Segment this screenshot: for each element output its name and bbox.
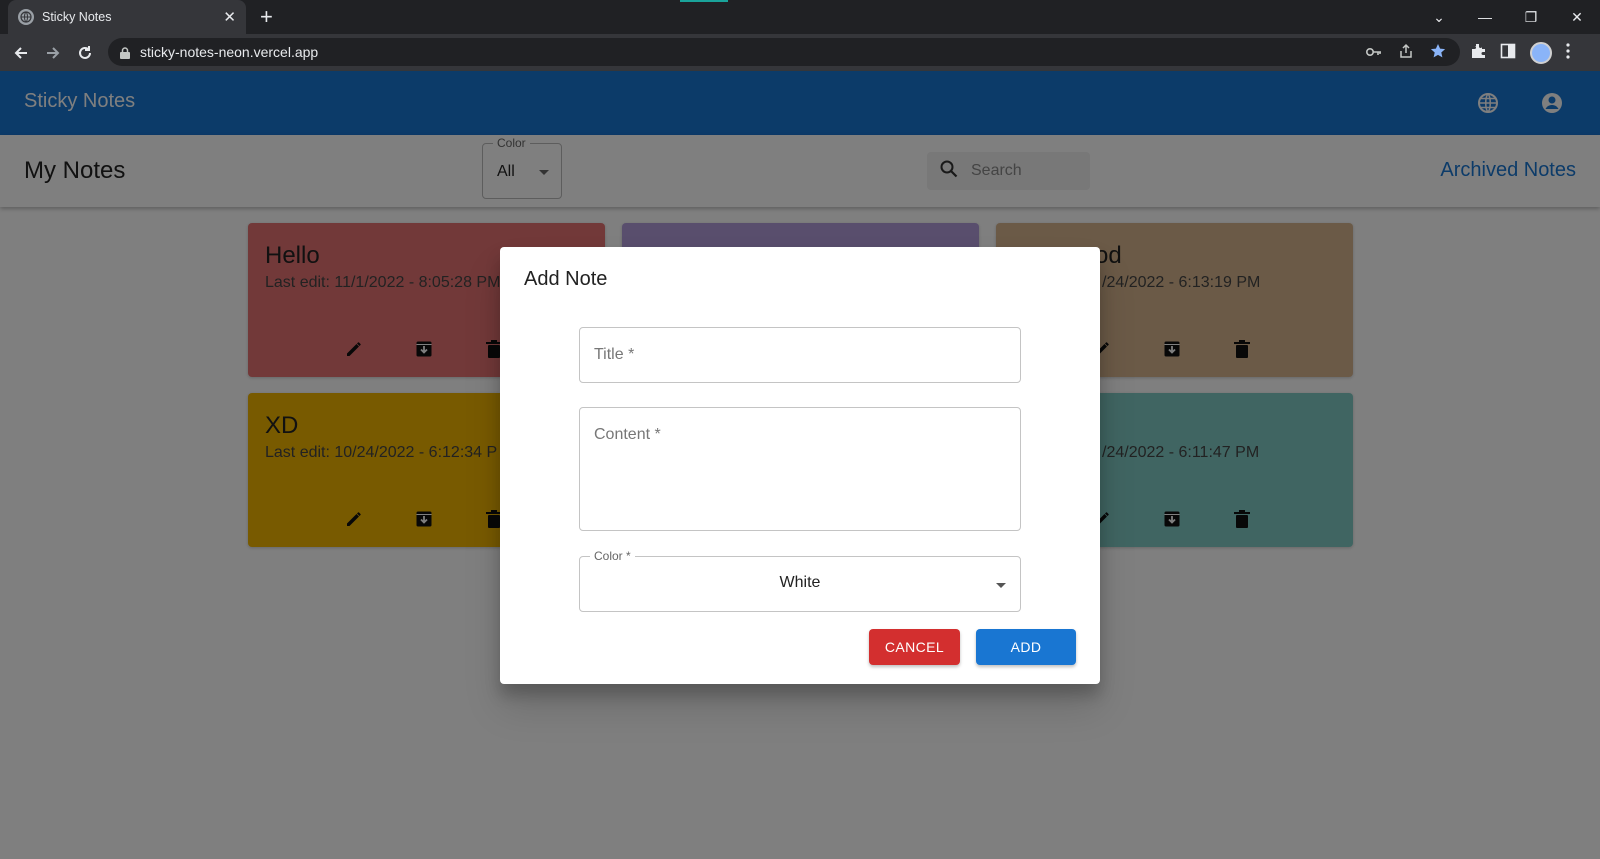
window-close-button[interactable]: ✕	[1554, 0, 1600, 34]
tab-title: Sticky Notes	[42, 10, 112, 24]
restore-button[interactable]: ❐	[1508, 0, 1554, 34]
back-arrow-icon[interactable]	[8, 40, 34, 66]
share-icon[interactable]	[1398, 43, 1414, 62]
new-tab-button[interactable]: +	[260, 5, 273, 29]
browser-tab[interactable]: Sticky Notes ✕	[8, 0, 246, 34]
content-placeholder: Content *	[594, 426, 661, 443]
lock-icon	[120, 46, 130, 59]
browser-tab-bar: Sticky Notes ✕ + ⌄ — ❐ ✕	[0, 0, 1600, 34]
key-icon[interactable]	[1365, 45, 1382, 60]
menu-icon[interactable]	[1566, 42, 1570, 64]
cancel-button[interactable]: CANCEL	[869, 629, 960, 665]
add-button[interactable]: ADD	[976, 629, 1076, 665]
sidepanel-icon[interactable]	[1500, 43, 1516, 64]
color-select-label: Color *	[590, 549, 635, 563]
title-placeholder: Title *	[594, 346, 635, 363]
globe-favicon-icon	[18, 9, 34, 25]
extensions-icon[interactable]	[1470, 43, 1486, 64]
address-bar[interactable]: sticky-notes-neon.vercel.app	[108, 38, 1460, 66]
forward-arrow-icon[interactable]	[40, 40, 66, 66]
caret-down-icon	[996, 583, 1006, 588]
profile-avatar[interactable]	[1530, 42, 1552, 64]
color-select-value: White	[779, 574, 821, 591]
tab-search-icon[interactable]: ⌄	[1416, 0, 1462, 34]
title-field[interactable]: Title *	[579, 327, 1021, 383]
dialog-title: Add Note	[524, 268, 608, 290]
star-icon[interactable]	[1430, 43, 1446, 62]
tab-close-icon[interactable]: ✕	[223, 10, 236, 25]
add-note-dialog: Add Note Title * Content * Color * White…	[500, 247, 1100, 684]
content-field[interactable]: Content *	[579, 407, 1021, 531]
minimize-button[interactable]: —	[1462, 0, 1508, 34]
url-text: sticky-notes-neon.vercel.app	[140, 44, 319, 60]
reload-icon[interactable]	[72, 40, 98, 66]
browser-toolbar: sticky-notes-neon.vercel.app	[0, 34, 1600, 71]
color-select[interactable]: Color * White	[579, 549, 1021, 612]
tab-strip-indicator	[680, 0, 728, 2]
